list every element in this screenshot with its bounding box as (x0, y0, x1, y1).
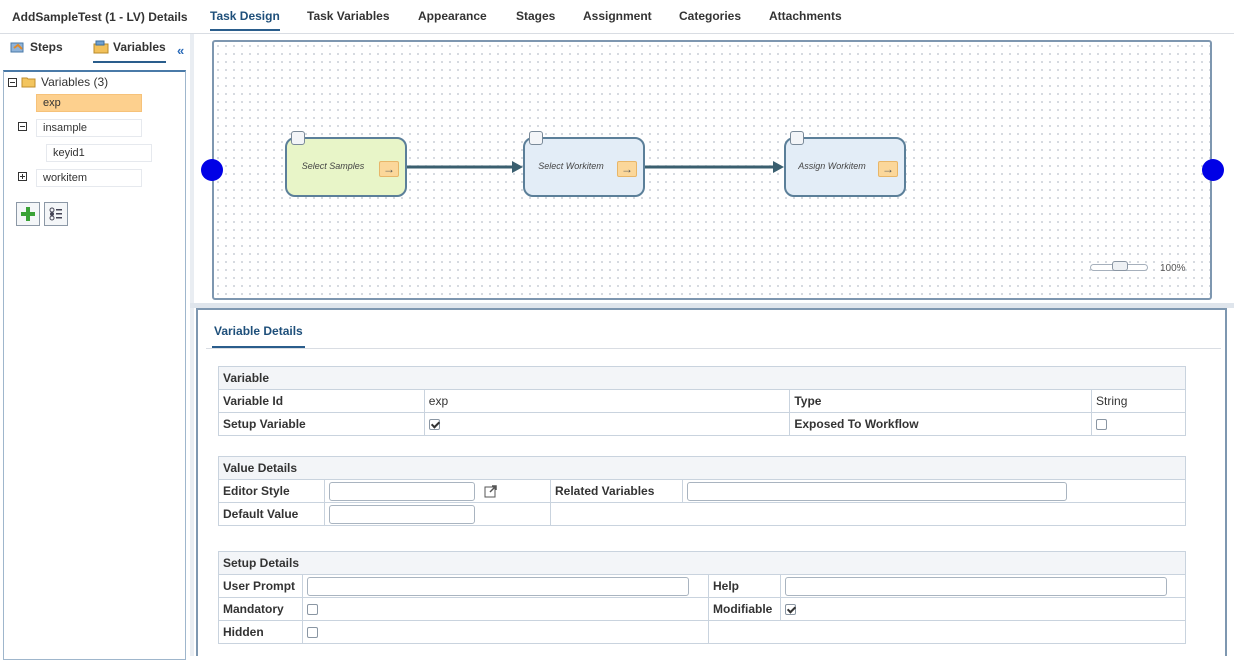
exposed-to-workflow-checkbox[interactable] (1096, 419, 1108, 431)
hidden-label: Hidden (218, 620, 303, 644)
section-header: Variable (218, 366, 1186, 390)
zoom-level: 100% (1160, 263, 1186, 274)
hidden-checkbox[interactable] (307, 627, 318, 639)
zoom-slider-handle[interactable] (1112, 261, 1128, 271)
step-label: Assign Workitem (798, 161, 866, 171)
arrow-right-icon[interactable]: → (617, 161, 637, 177)
arrowhead-2 (773, 161, 784, 173)
step-assign-workitem[interactable]: Assign Workitem → (784, 131, 906, 197)
step-select-samples[interactable]: Select Samples → (285, 131, 407, 197)
help-label: Help (708, 574, 781, 598)
user-prompt-input[interactable] (307, 576, 689, 596)
setup-variable-checkbox[interactable] (428, 419, 440, 431)
variable-details-panel: Variable Details Variable Variable Id ex… (196, 308, 1227, 656)
default-value-label: Default Value (218, 502, 325, 526)
setup-details-table: Setup Details User Prompt Help Mandatory… (218, 551, 1186, 644)
variable-id-label: Variable Id (218, 389, 425, 413)
section-header: Value Details (218, 456, 1186, 480)
exposed-to-workflow-label: Exposed To Workflow (789, 412, 1093, 436)
default-value-input[interactable] (329, 504, 475, 524)
setup-variable-label: Setup Variable (218, 412, 425, 436)
value-details-table: Value Details Editor Style Related Varia… (218, 456, 1186, 526)
mandatory-checkbox[interactable] (307, 604, 318, 616)
step-label: Select Workitem (538, 161, 604, 171)
table-icon (529, 131, 543, 145)
help-input[interactable] (785, 576, 1167, 596)
variable-id-value: exp (423, 389, 791, 413)
type-value: String (1091, 389, 1186, 413)
arrow-right-icon[interactable]: → (379, 161, 399, 177)
tab-variable-details[interactable]: Variable Details (212, 324, 305, 348)
external-link-icon[interactable] (484, 484, 498, 498)
user-prompt-label: User Prompt (218, 574, 303, 598)
step-select-workitem[interactable]: Select Workitem → (523, 131, 645, 197)
variable-table: Variable Variable Id exp Type String Set… (218, 366, 1186, 436)
step-label: Select Samples (301, 161, 365, 171)
arrowhead-1 (512, 161, 523, 173)
arrow-right-icon[interactable]: → (878, 161, 898, 177)
database-icon (291, 131, 305, 145)
divider (206, 348, 1221, 349)
related-variables-label: Related Variables (550, 479, 683, 503)
editor-style-label: Editor Style (218, 479, 325, 503)
document-icon (790, 131, 804, 145)
mandatory-label: Mandatory (218, 597, 303, 621)
section-header: Setup Details (218, 551, 1186, 575)
type-label: Type (789, 389, 1093, 413)
editor-style-input[interactable] (329, 481, 475, 501)
related-variables-input[interactable] (687, 481, 1067, 501)
modifiable-label: Modifiable (708, 597, 781, 621)
modifiable-checkbox[interactable] (785, 604, 796, 616)
